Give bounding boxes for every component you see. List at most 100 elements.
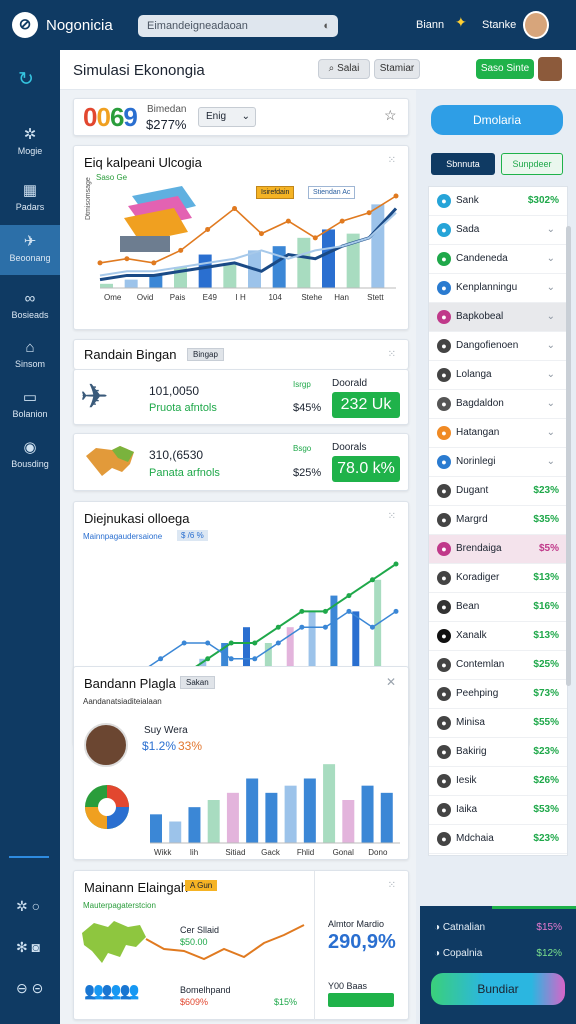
salai-button[interactable]: ⌕ Salai: [318, 59, 370, 79]
list-item[interactable]: ● Iaika $53%: [429, 796, 567, 825]
sidebar-item-bousding[interactable]: ◉ Bousding: [0, 431, 60, 481]
dmolaria-button[interactable]: Dmolaria: [431, 105, 563, 135]
clock-icon: ◉: [23, 439, 37, 456]
list-item[interactable]: ● Dangofienoen ⌄: [429, 332, 567, 361]
search-icon[interactable]: ◐: [323, 15, 330, 37]
list-item[interactable]: ● Sada ⌄: [429, 216, 567, 245]
list-item[interactable]: ● Kenplanningu ⌄: [429, 274, 567, 303]
list-item[interactable]: ● Sank $302%: [429, 187, 567, 216]
settings-icon[interactable]: ✲ ○: [16, 898, 40, 915]
list-item[interactable]: ● Iesik $26%: [429, 767, 567, 796]
topbar-link-stanke[interactable]: Stanke: [482, 19, 516, 31]
user-avatar[interactable]: [523, 11, 549, 39]
list-item-value: $23%: [533, 746, 559, 757]
chevron-down-icon[interactable]: ⌄: [547, 332, 555, 360]
list-item[interactable]: ● Bean $16%: [429, 593, 567, 622]
close-icon[interactable]: ✕: [386, 675, 396, 689]
chevron-down-icon[interactable]: ⌄: [547, 390, 555, 418]
tab-sbnnuta[interactable]: Sbnnuta: [431, 153, 495, 175]
sidebar-logo-icon[interactable]: ↻: [18, 68, 34, 91]
profile-avatar[interactable]: [538, 57, 562, 81]
list-item[interactable]: ● Xanalk $13%: [429, 622, 567, 651]
sidebar-item-label: Bousding: [11, 459, 49, 469]
list-item[interactable]: ● Bagdaldon ⌄: [429, 390, 567, 419]
chevron-down-icon[interactable]: ⌄: [547, 361, 555, 389]
route-button[interactable]: 78.0 k%: [332, 456, 400, 482]
card-menu-icon[interactable]: ⁙: [388, 880, 396, 891]
list-item-label: Xanalk: [456, 630, 487, 641]
chart-1-ylabel: Dtmisomsage: [85, 177, 92, 220]
list-item-icon: ●: [437, 426, 451, 440]
list-item[interactable]: ● Dugant $23%: [429, 477, 567, 506]
sidebar-item-padars[interactable]: ▦ Padars: [0, 174, 60, 224]
tools-icon[interactable]: ✻ ◙: [16, 939, 40, 956]
person-avatar: [84, 723, 128, 767]
list-item[interactable]: ● Koradiger $13%: [429, 564, 567, 593]
bundiar-button[interactable]: Bundiar: [431, 973, 565, 1005]
sidebar-item-bosieads[interactable]: ∞ Bosieads: [0, 283, 60, 333]
data-point: [346, 608, 352, 614]
page-title: Simulasi Ekonongia: [73, 62, 205, 79]
grid-icon: ▦: [22, 182, 38, 199]
power-icon[interactable]: ⊖ ⊝: [16, 980, 43, 997]
data-point: [312, 235, 318, 241]
tick-label: Sitiad: [225, 848, 245, 857]
list-item-label: Dugant: [456, 485, 489, 496]
list-item[interactable]: ● Bapkobeal ⌄: [429, 303, 567, 332]
saso-sinte-button[interactable]: Saso Sinte: [476, 59, 534, 79]
right-scrollbar[interactable]: [566, 226, 571, 686]
chart-1-plot: Ome Ovid Pais E49 I H 104 Stehe Han Stett: [97, 186, 399, 302]
list-item[interactable]: ● Mdchaia $23%: [429, 825, 567, 854]
list-item-label: Bagdaldon: [456, 398, 504, 409]
chevron-down-icon[interactable]: ⌄: [547, 245, 555, 273]
app-logo[interactable]: ⊘: [12, 12, 38, 38]
pin-icon[interactable]: ☆: [384, 107, 397, 124]
list-item[interactable]: ● Norinlegi ⌄: [429, 448, 567, 477]
list-item-value: $13%: [533, 572, 559, 583]
data-point: [97, 260, 103, 266]
sidebar-item-beoonang[interactable]: ✈ Beoonang: [0, 225, 60, 275]
card-menu-icon[interactable]: ⁙: [388, 155, 396, 166]
chevron-down-icon[interactable]: ⌄: [547, 303, 555, 331]
stat-dropdown[interactable]: Enig ⌄: [198, 107, 256, 127]
data-point: [346, 593, 352, 599]
list-item[interactable]: ● Lolanga ⌄: [429, 361, 567, 390]
tick-label: 104: [268, 293, 282, 302]
sidebar: ↻ ✲ Mogie ▦ Padars ✈ Beoonang ∞ Bosieads ⌂ Si…: [0, 50, 60, 1024]
bar: [100, 283, 113, 288]
list-item[interactable]: ● Peehping $73%: [429, 680, 567, 709]
route-row-2[interactable]: 310,(6530 Panata arfnols Bsgo $25% Doora…: [73, 433, 409, 491]
card-menu-icon[interactable]: ⁙: [388, 511, 396, 522]
topbar-link-biann[interactable]: Biann: [416, 19, 444, 31]
chevron-down-icon[interactable]: ⌄: [547, 419, 555, 447]
list-item[interactable]: ● Contemlan $25%: [429, 651, 567, 680]
pie-chart-icon: [85, 785, 129, 829]
chevron-down-icon[interactable]: ⌄: [547, 274, 555, 302]
sidebar-item-bolanion[interactable]: ▭ Bolanion: [0, 381, 60, 431]
chart-card-4: Mainann Elaingah A Gun ⁙ Mauterpagaterst…: [73, 870, 409, 1021]
sidebar-item-mogie[interactable]: ✲ Mogie: [0, 118, 60, 168]
route-row-1[interactable]: ✈ 101,0050 Pruota afntols Isrgp $45% Doo…: [73, 369, 409, 425]
data-point: [205, 640, 211, 646]
list-item[interactable]: ● Brendaiga $5%: [429, 535, 567, 564]
list-item[interactable]: ● Hatangan ⌄: [429, 419, 567, 448]
notification-icon[interactable]: ✦: [455, 14, 467, 31]
search-input[interactable]: Eimandeigneadaoan ◐: [138, 15, 338, 37]
list-item[interactable]: ● Minisa $55%: [429, 709, 567, 738]
list-item-label: Dangofienoen: [456, 340, 519, 351]
list-item[interactable]: ● Bakirig $23%: [429, 738, 567, 767]
list-item[interactable]: ● Margrd $35%: [429, 506, 567, 535]
tick-label: Gonal: [333, 848, 355, 857]
chevron-down-icon[interactable]: ⌄: [547, 216, 555, 244]
chevron-down-icon[interactable]: ⌄: [547, 448, 555, 476]
stamiar-button[interactable]: Stamiar: [374, 59, 420, 79]
card-menu-icon[interactable]: ⁙: [388, 349, 396, 360]
route-button[interactable]: 232 Uk: [332, 392, 400, 418]
tick-label: E49: [203, 293, 218, 302]
panel-row-1-value: $15%: [536, 922, 562, 933]
data-point: [285, 218, 291, 224]
airplane-icon: ✈: [80, 378, 109, 416]
list-item[interactable]: ● Candeneda ⌄: [429, 245, 567, 274]
tab-sunpdeer[interactable]: Sunpdeer: [501, 153, 563, 175]
sidebar-item-sinsom[interactable]: ⌂ Sinsom: [0, 332, 60, 382]
